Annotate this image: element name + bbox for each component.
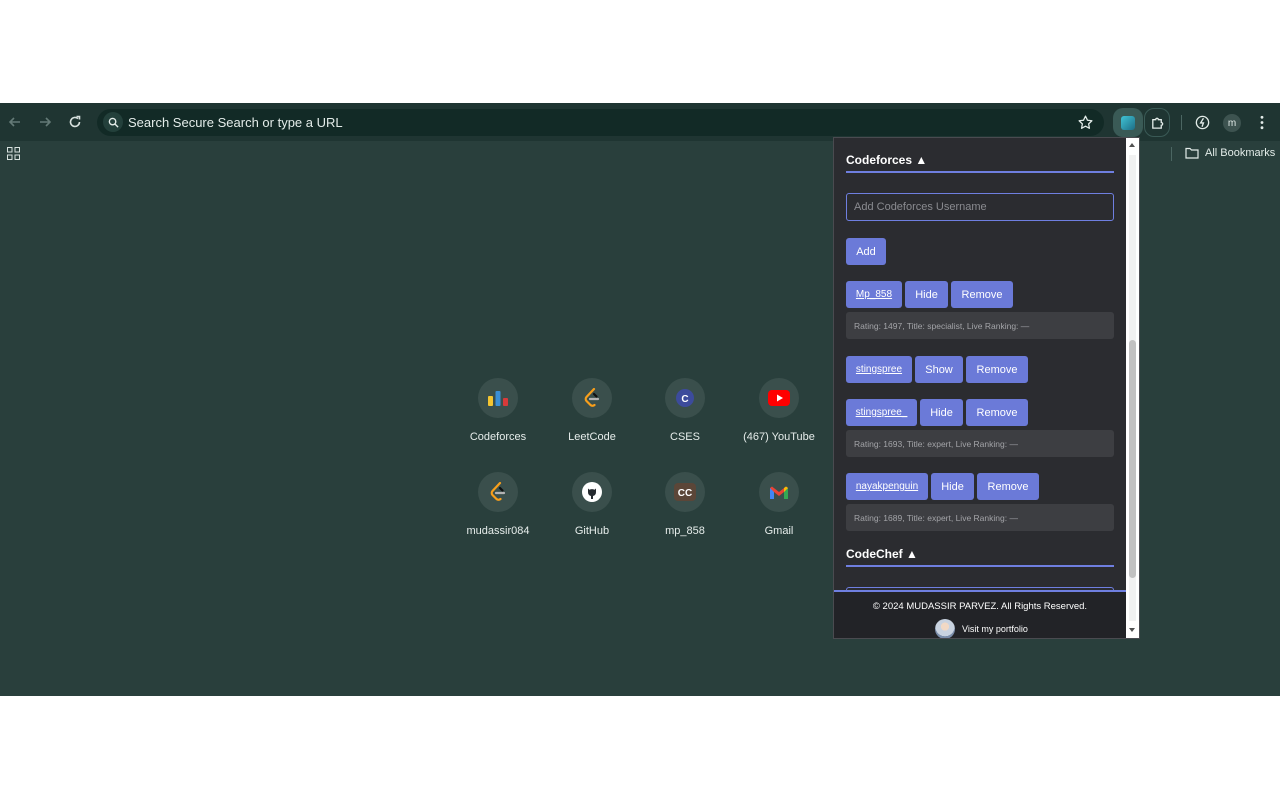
add-button[interactable]: Add <box>846 238 886 265</box>
remove-button[interactable]: Remove <box>977 473 1039 500</box>
show-button[interactable]: Show <box>915 356 963 383</box>
hide-button[interactable]: Hide <box>905 281 948 308</box>
svg-text:C: C <box>681 394 688 405</box>
user-rating-info: Rating: 1693, Title: expert, Live Rankin… <box>846 430 1114 457</box>
shortcut-label: mudassir084 <box>466 525 530 537</box>
user-rating-info: Rating: 1689, Title: expert, Live Rankin… <box>846 504 1114 531</box>
shortcut-label: CSES <box>670 431 700 443</box>
forward-button[interactable] <box>35 112 55 132</box>
portfolio-link[interactable]: Visit my portfolio <box>935 619 1028 638</box>
codeforces-icon <box>478 378 518 418</box>
user-handle-link[interactable]: stingspree_ <box>846 399 917 426</box>
more-menu-icon[interactable] <box>1255 114 1269 131</box>
gmail-icon <box>759 472 799 512</box>
codechef-section-title[interactable]: CodeChef ▲ <box>846 547 918 561</box>
address-bar-placeholder: Search Secure Search or type a URL <box>128 115 343 130</box>
shortcut-github[interactable]: GitHub <box>547 472 637 537</box>
shortcut-label: Gmail <box>764 525 794 537</box>
shortcut-mp-858[interactable]: CC mp_858 <box>640 472 730 537</box>
scroll-up-arrow-icon[interactable] <box>1129 143 1135 147</box>
forward-arrow-icon <box>40 117 52 127</box>
remove-button[interactable]: Remove <box>966 399 1028 426</box>
user-handle-link[interactable]: Mp_858 <box>846 281 902 308</box>
address-bar[interactable]: Search Secure Search or type a URL <box>97 109 1104 136</box>
reload-icon <box>69 115 81 128</box>
cses-icon: C <box>665 378 705 418</box>
back-button[interactable] <box>5 112 25 132</box>
shortcut-label: (467) YouTube <box>743 431 815 443</box>
extension-logo-icon <box>1121 115 1135 130</box>
shortcut-label: Codeforces <box>469 431 527 443</box>
portfolio-link-label: Visit my portfolio <box>962 624 1028 634</box>
section-divider <box>846 171 1114 173</box>
all-bookmarks-button[interactable]: All Bookmarks <box>1185 147 1275 159</box>
folder-icon <box>1185 147 1199 159</box>
browser-toolbar: Search Secure Search or type a URL m <box>0 103 1280 141</box>
toolbar-separator <box>1181 115 1182 130</box>
copyright-text: © 2024 MUDASSIR PARVEZ. All Rights Reser… <box>872 601 1088 612</box>
youtube-icon <box>759 378 799 418</box>
popup-footer: © 2024 MUDASSIR PARVEZ. All Rights Reser… <box>834 590 1126 638</box>
shortcut-label: mp_858 <box>665 525 705 537</box>
portfolio-avatar <box>935 619 955 638</box>
shortcut-leetcode[interactable]: LeetCode <box>547 378 637 443</box>
codechef-icon: CC <box>665 472 705 512</box>
user-handle-link[interactable]: stingspree <box>846 356 912 383</box>
scrollbar-track[interactable] <box>1129 155 1136 621</box>
section-divider <box>846 565 1114 567</box>
reload-button[interactable] <box>65 112 85 132</box>
remove-button[interactable]: Remove <box>951 281 1013 308</box>
shortcut-label: GitHub <box>574 525 610 537</box>
shortcut-cses[interactable]: C CSES <box>640 378 730 443</box>
shortcut-mudassir084[interactable]: mudassir084 <box>453 472 543 537</box>
bookmark-star-icon[interactable] <box>1077 114 1094 131</box>
shortcut-youtube[interactable]: (467) YouTube <box>734 378 824 443</box>
all-bookmarks-label: All Bookmarks <box>1205 147 1276 159</box>
user-rating-info: Rating: 1497, Title: specialist, Live Ra… <box>846 312 1114 339</box>
leetcode-icon <box>572 378 612 418</box>
shortcut-gmail[interactable]: Gmail <box>734 472 824 537</box>
puzzle-icon <box>1151 117 1163 129</box>
hide-button[interactable]: Hide <box>931 473 974 500</box>
search-icon <box>103 112 123 132</box>
popup-content: Codeforces ▲ Add Mp_858 Hide Remove Rati… <box>834 138 1126 590</box>
performance-icon[interactable] <box>1194 114 1211 131</box>
shortcut-codeforces[interactable]: Codeforces <box>453 378 543 443</box>
leetcode-icon <box>478 472 518 512</box>
codeforces-section-title[interactable]: Codeforces ▲ <box>846 153 927 167</box>
user-handle-link[interactable]: nayakpenguin <box>846 473 928 500</box>
extensions-button[interactable] <box>1144 108 1170 137</box>
back-arrow-icon <box>8 117 20 127</box>
bookmarks-separator <box>1171 147 1172 161</box>
cp-tracker-extension-button[interactable] <box>1113 108 1143 137</box>
shortcut-label: LeetCode <box>568 431 616 443</box>
svg-text:CC: CC <box>678 488 692 499</box>
apps-grid-icon[interactable] <box>7 147 20 160</box>
scroll-down-arrow-icon[interactable] <box>1129 628 1135 632</box>
remove-button[interactable]: Remove <box>966 356 1028 383</box>
extension-popup: Codeforces ▲ Add Mp_858 Hide Remove Rati… <box>833 137 1140 639</box>
hide-button[interactable]: Hide <box>920 399 963 426</box>
github-icon <box>572 472 612 512</box>
codeforces-username-input[interactable] <box>846 193 1114 221</box>
scrollbar-thumb[interactable] <box>1129 340 1136 578</box>
profile-avatar[interactable]: m <box>1223 114 1241 132</box>
popup-scrollbar[interactable] <box>1126 138 1139 638</box>
